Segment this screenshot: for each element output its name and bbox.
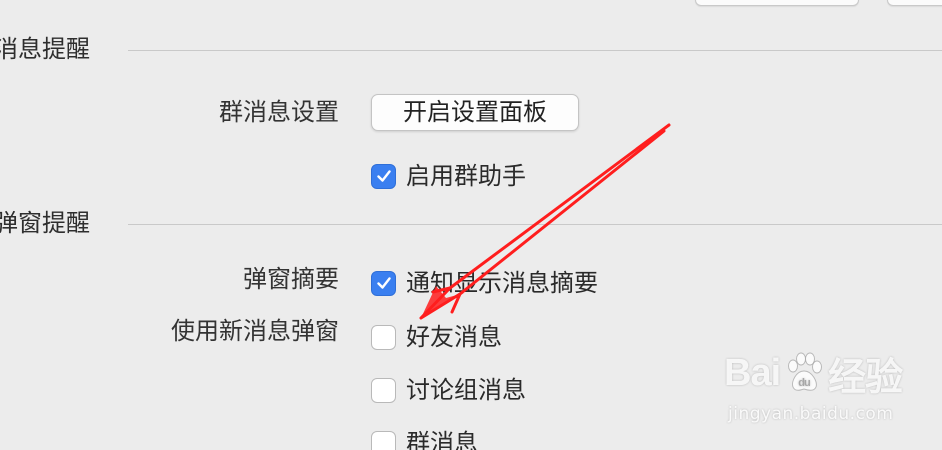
enable-group-assistant-checkbox[interactable] [371, 163, 396, 189]
baidu-paw-icon: du [788, 352, 823, 391]
group-message-option[interactable]: 群消息 [371, 428, 478, 450]
discussion-group-message-option[interactable]: 讨论组消息 [371, 375, 526, 405]
settings-window: 消息提醒 群消息设置 开启设置面板 启用群助手 弹窗提醒 弹窗摘要 通知显示消息… [0, 0, 942, 450]
friend-message-option[interactable]: 好友消息 [371, 322, 502, 352]
watermark-logo: Bai du 经验 [724, 348, 903, 399]
friend-message-checkbox[interactable] [371, 324, 396, 350]
watermark-brand-right: 经验 [828, 356, 903, 399]
group-message-checkbox[interactable] [371, 430, 396, 450]
discussion-group-message-label: 讨论组消息 [406, 376, 526, 404]
top-toolbar-button-right[interactable] [887, 0, 942, 6]
baidu-jingyan-watermark: Bai du 经验 jingyan.baidu.com [718, 348, 908, 428]
new-message-popup-label: 使用新消息弹窗 [171, 317, 339, 345]
top-toolbar-button-left[interactable] [695, 0, 859, 6]
friend-message-label: 好友消息 [406, 323, 502, 351]
checkmark-icon [376, 170, 391, 182]
section-title-popup-alert: 弹窗提醒 [0, 209, 90, 237]
svg-text:du: du [798, 377, 810, 389]
section-divider [128, 224, 942, 225]
checkmark-icon [376, 277, 391, 289]
show-message-summary-checkbox[interactable] [371, 270, 396, 296]
enable-group-assistant-option[interactable]: 启用群助手 [371, 161, 526, 191]
discussion-group-message-checkbox[interactable] [371, 377, 396, 403]
enable-group-assistant-label: 启用群助手 [406, 162, 526, 190]
watermark-url: jingyan.baidu.com [728, 404, 894, 424]
section-title-message-alert: 消息提醒 [0, 35, 90, 63]
group-settings-label: 群消息设置 [219, 98, 339, 126]
popup-summary-label: 弹窗摘要 [243, 265, 339, 293]
show-message-summary-label: 通知显示消息摘要 [406, 269, 598, 297]
show-message-summary-option[interactable]: 通知显示消息摘要 [371, 268, 598, 298]
watermark-brand-left: Bai [724, 351, 781, 394]
open-settings-panel-button[interactable]: 开启设置面板 [371, 94, 579, 131]
section-divider [128, 50, 942, 51]
group-message-label: 群消息 [406, 429, 478, 450]
